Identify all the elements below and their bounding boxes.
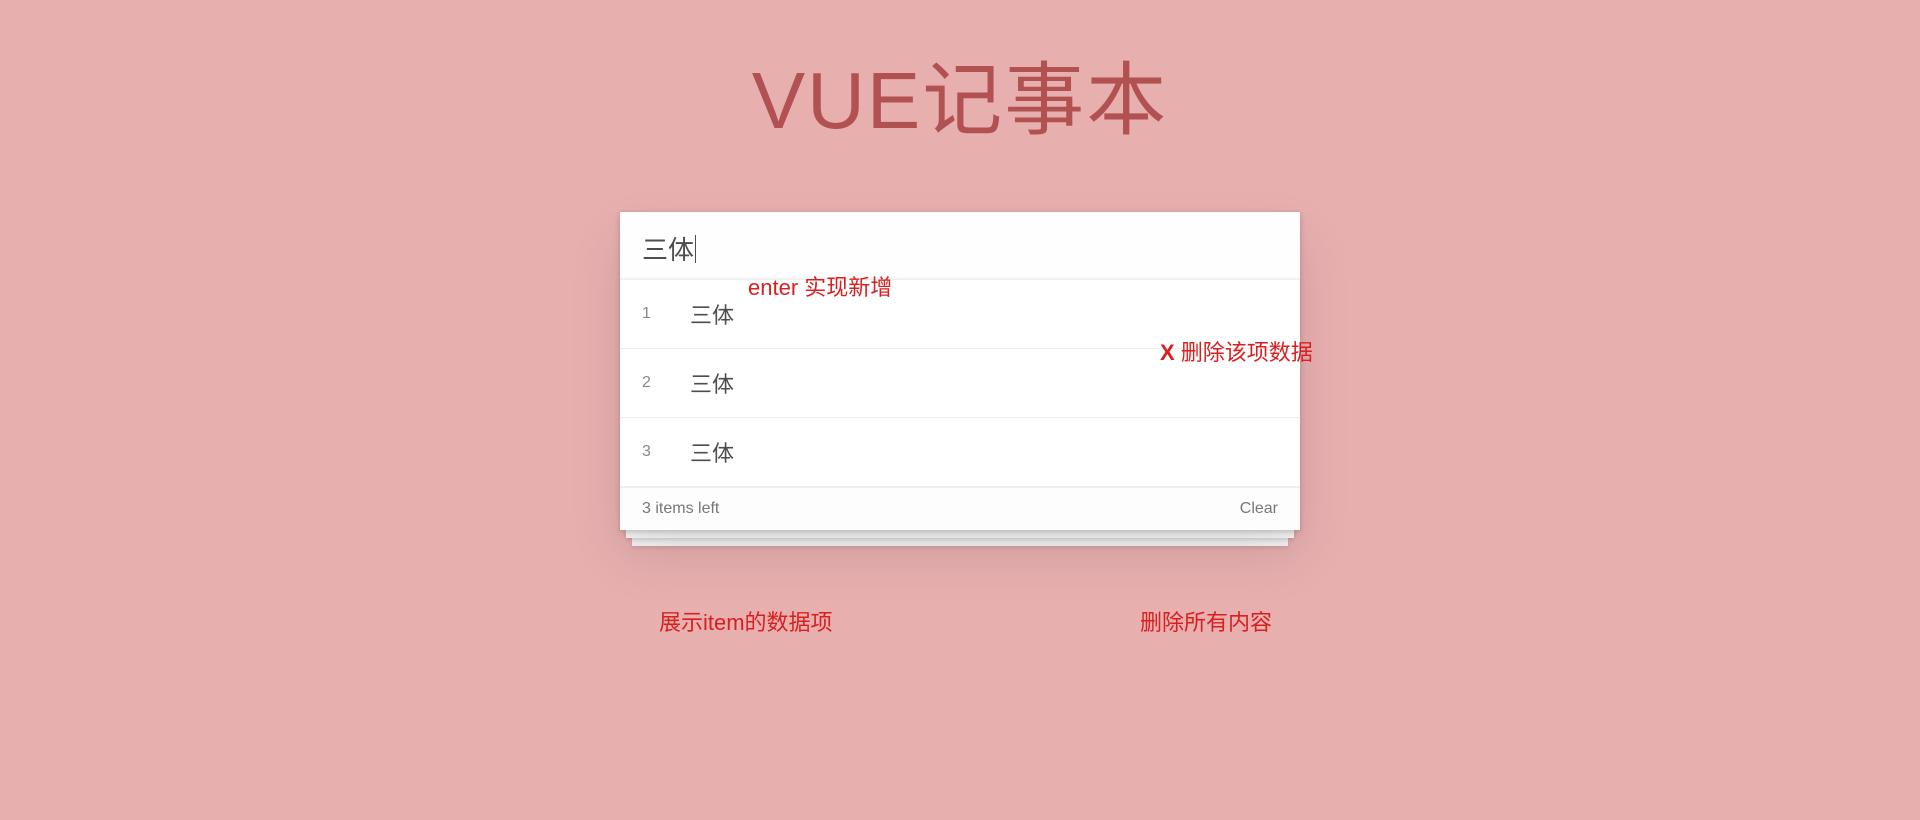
todo-text: 三体	[670, 367, 1278, 399]
clear-button[interactable]: Clear	[1240, 500, 1278, 518]
annotation-delete-hint: X删除该项数据	[1160, 335, 1313, 367]
items-left-count: 3 items left	[642, 500, 719, 518]
notepad-app: 三体 1 三体 2 三体 3 三体 3 items left Clear	[620, 212, 1300, 530]
todo-item[interactable]: 3 三体	[620, 418, 1300, 487]
input-wrapper: 三体	[620, 212, 1300, 279]
todo-index: 3	[642, 443, 670, 461]
annotation-x-icon: X	[1160, 340, 1175, 365]
notepad-footer: 3 items left Clear	[620, 487, 1300, 530]
todo-text: 三体	[670, 298, 1278, 330]
annotation-enter-hint: enter 实现新增	[748, 270, 892, 302]
todo-list: 1 三体 2 三体 3 三体	[620, 279, 1300, 487]
new-todo-input[interactable]	[620, 212, 1300, 279]
annotation-clear-hint: 删除所有内容	[1140, 605, 1272, 637]
todo-index: 1	[642, 305, 670, 323]
page-title: VUE记事本	[0, 0, 1920, 152]
annotation-delete-text: 删除该项数据	[1181, 340, 1313, 365]
todo-text: 三体	[670, 436, 1278, 468]
annotation-show-hint: 展示item的数据项	[659, 605, 833, 637]
todo-index: 2	[642, 374, 670, 392]
